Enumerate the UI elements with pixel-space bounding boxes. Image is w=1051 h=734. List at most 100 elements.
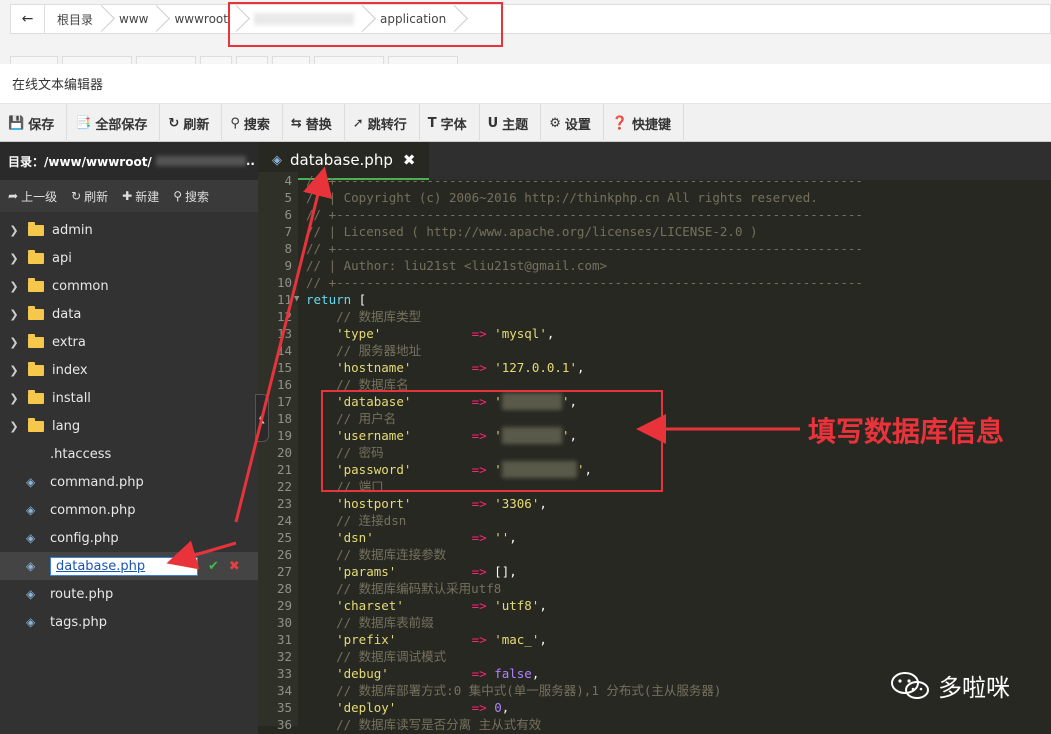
watermark-label: 多啦咪 xyxy=(938,674,1010,702)
folder-item[interactable]: ❯ api xyxy=(0,244,258,272)
settings-button[interactable]: ⚙ 设置 xyxy=(541,104,604,142)
search-button[interactable]: ⚲ 搜索 xyxy=(222,104,283,142)
chevron-right-icon[interactable]: ❯ xyxy=(4,252,24,265)
folder-icon xyxy=(28,361,44,376)
sidebar-refresh-button[interactable]: ↻ 刷新 xyxy=(63,188,114,205)
up-level-label: 上一级 xyxy=(21,189,58,204)
background-toolbar xyxy=(10,56,458,64)
sidebar-tools: ➦ 上一级 ↻ 刷新 ✚ 新建 ⚲ 搜索 xyxy=(0,180,258,212)
replace-label: 替换 xyxy=(305,117,332,133)
theme-button[interactable]: U 主题 xyxy=(480,104,542,142)
chevron-right-icon[interactable]: ❯ xyxy=(4,336,24,349)
theme-icon: U xyxy=(487,115,499,131)
breadcrumb: ← 根目录 www wwwroot application xyxy=(10,4,1051,34)
folder-label: extra xyxy=(52,334,86,350)
file-label: config.php xyxy=(50,530,119,546)
chevron-right-icon[interactable]: ❯ xyxy=(4,308,24,321)
back-arrow-icon[interactable]: ← xyxy=(11,5,45,33)
refresh-button[interactable]: ↻ 刷新 xyxy=(160,104,223,142)
php-elephant-icon: ◈ xyxy=(26,475,36,489)
save-all-icon: 📑 xyxy=(75,115,92,131)
directory-path-label: 目录：/www/wwwroot/ xyxy=(8,154,152,169)
file-item[interactable]: ◈ command.php xyxy=(0,468,258,496)
plus-icon: ✚ xyxy=(122,189,133,203)
file-label: tags.php xyxy=(50,614,107,630)
save-all-button[interactable]: 📑 全部保存 xyxy=(67,104,161,142)
php-elephant-icon: ◈ xyxy=(26,559,36,573)
file-label: .htaccess xyxy=(50,446,112,462)
folder-icon xyxy=(28,221,44,236)
font-label: 字体 xyxy=(440,117,467,133)
chevron-right-icon[interactable]: ❯ xyxy=(4,364,24,377)
shortcuts-button[interactable]: ❓ 快捷键 xyxy=(604,104,685,142)
rename-input[interactable]: database.php xyxy=(50,556,198,576)
folder-item[interactable]: ❯ extra xyxy=(0,328,258,356)
file-item[interactable]: ◈ route.php xyxy=(0,580,258,608)
save-all-label: 全部保存 xyxy=(95,117,148,133)
folder-icon xyxy=(28,305,44,320)
php-elephant-icon: ◈ xyxy=(26,503,36,517)
folder-item[interactable]: ❯ admin xyxy=(0,216,258,244)
search-icon: ⚲ xyxy=(173,189,183,203)
chevron-right-icon[interactable]: ❯ xyxy=(4,224,24,237)
php-elephant-icon: ◈ xyxy=(26,615,36,629)
file-label: common.php xyxy=(50,502,136,518)
folder-label: data xyxy=(52,306,82,322)
sidebar-search-button[interactable]: ⚲ 搜索 xyxy=(165,188,215,205)
editor-toolbar: 💾 保存 📑 全部保存 ↻ 刷新 ⚲ 搜索 ⇆ 替换 ➚ 跳转行 T 字体 U 主题 ⚙ 设置 ❓… xyxy=(0,104,1051,142)
breadcrumb-item-www[interactable]: www xyxy=(107,5,162,33)
file-item[interactable]: ◈ config.php xyxy=(0,524,258,552)
folder-label: install xyxy=(52,390,91,406)
wechat-icon xyxy=(891,671,929,699)
confirm-check-icon[interactable]: ✔ xyxy=(208,559,219,574)
help-icon: ❓ xyxy=(611,115,629,131)
watermark: 多啦咪 xyxy=(890,668,1010,703)
font-button[interactable]: T 字体 xyxy=(420,104,480,142)
goto-line-icon: ➚ xyxy=(352,115,364,131)
file-item[interactable]: .htaccess xyxy=(0,440,258,468)
replace-button[interactable]: ⇆ 替换 xyxy=(283,104,345,142)
chevron-right-icon[interactable]: ❯ xyxy=(4,420,24,433)
file-item[interactable]: ◈ common.php xyxy=(0,496,258,524)
shortcuts-label: 快捷键 xyxy=(632,117,672,133)
folder-item[interactable]: ❯ index xyxy=(0,356,258,384)
php-elephant-icon: ◈ xyxy=(26,587,36,601)
file-tree: ❯ admin ❯ api ❯ common ❯ data ❯ extra ❯ index … xyxy=(0,212,258,636)
sidebar-collapse-handle[interactable]: ❮ xyxy=(255,394,269,442)
up-icon: ➦ xyxy=(8,189,19,203)
folder-icon xyxy=(28,277,44,292)
refresh-icon: ↻ xyxy=(168,115,180,131)
new-label: 新建 xyxy=(135,189,160,204)
tab-label: database.php xyxy=(290,151,393,169)
file-item-active[interactable]: ◈ database.php ✔ ✖ xyxy=(0,552,258,580)
chevron-right-icon[interactable]: ❯ xyxy=(4,280,24,293)
breadcrumb-item-root[interactable]: 根目录 xyxy=(45,5,107,33)
folder-icon xyxy=(28,417,44,432)
save-icon: 💾 xyxy=(8,115,25,131)
db-info-highlight-box xyxy=(321,390,663,492)
php-elephant-icon: ◈ xyxy=(272,152,282,168)
goto-line-button[interactable]: ➚ 跳转行 xyxy=(345,104,420,142)
php-elephant-icon: ◈ xyxy=(26,531,36,545)
up-level-button[interactable]: ➦ 上一级 xyxy=(0,188,63,205)
save-button[interactable]: 💾 保存 xyxy=(0,104,68,142)
cancel-x-icon[interactable]: ✖ xyxy=(229,559,240,574)
chevron-right-icon[interactable]: ❯ xyxy=(4,392,24,405)
folder-item[interactable]: ❯ data xyxy=(0,300,258,328)
refresh-label: 刷新 xyxy=(183,117,210,133)
close-icon[interactable]: ✖ xyxy=(403,151,416,169)
folder-item[interactable]: ❯ common xyxy=(0,272,258,300)
settings-label: 设置 xyxy=(564,117,591,133)
annotation-label: 填写数据库信息 xyxy=(808,415,1005,448)
folder-icon xyxy=(28,249,44,264)
file-label: route.php xyxy=(50,586,114,602)
directory-path: 目录：/www/wwwroot/.. xyxy=(0,142,258,180)
folder-item[interactable]: ❯ lang xyxy=(0,412,258,440)
file-label: command.php xyxy=(50,474,144,490)
new-button[interactable]: ✚ 新建 xyxy=(114,188,165,205)
file-item[interactable]: ◈ tags.php xyxy=(0,608,258,636)
folder-item[interactable]: ❯ install xyxy=(0,384,258,412)
sidebar-refresh-label: 刷新 xyxy=(84,189,109,204)
sidebar-search-label: 搜索 xyxy=(185,189,210,204)
theme-label: 主题 xyxy=(502,117,529,133)
